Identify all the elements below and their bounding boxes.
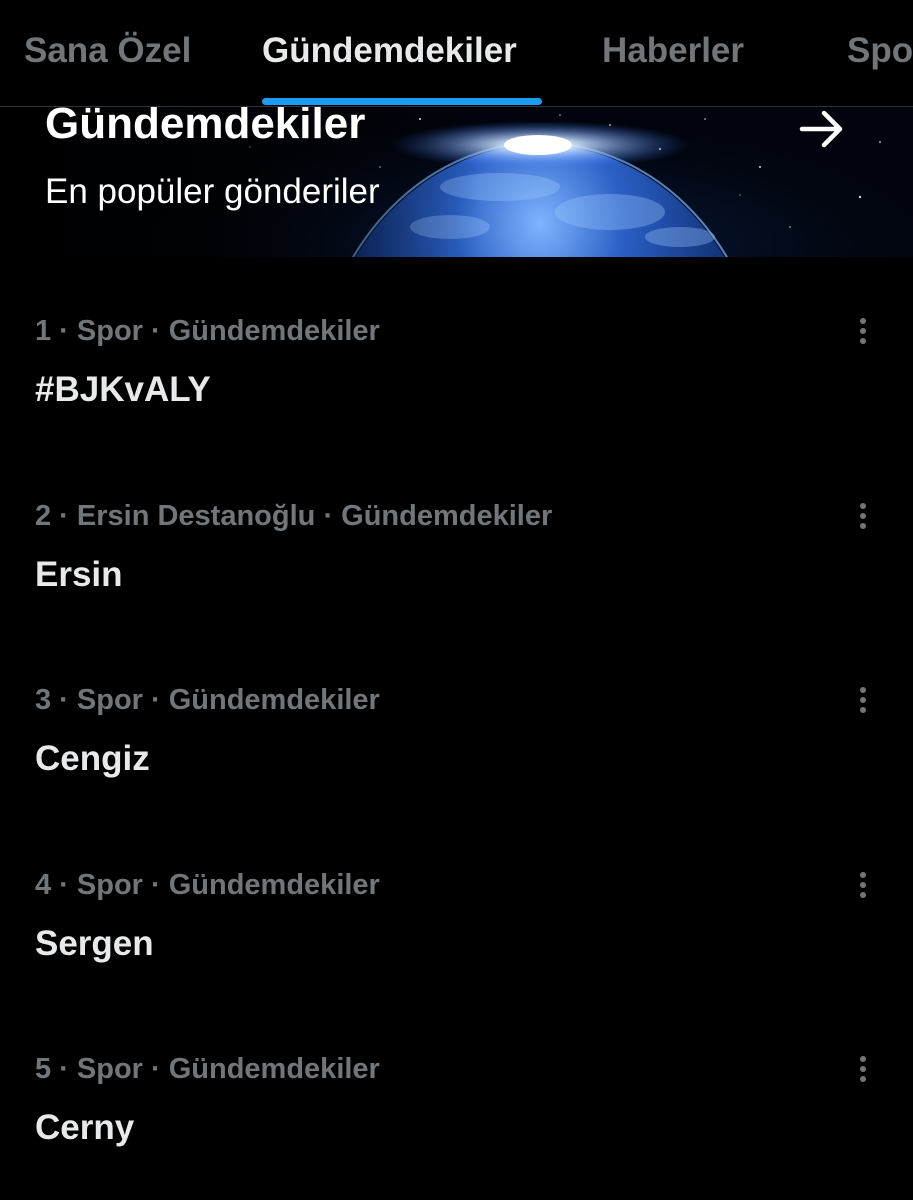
more-vertical-icon[interactable] <box>848 682 878 718</box>
active-tab-indicator <box>262 98 542 105</box>
tab-label: Gündemdekiler <box>262 31 517 70</box>
more-vertical-icon[interactable] <box>848 498 878 534</box>
trend-name: Cengiz <box>35 739 150 778</box>
more-vertical-icon[interactable] <box>848 1051 878 1087</box>
more-vertical-icon[interactable] <box>848 867 878 903</box>
arrow-right-icon[interactable] <box>798 109 846 149</box>
trend-name: Sergen <box>35 923 154 963</box>
tab-label: Spor <box>847 31 913 70</box>
trending-banner[interactable]: Gündemdekiler En popüler gönderiler <box>0 107 913 257</box>
trend-context: 5 · Spor · Gündemdekiler <box>35 1053 380 1085</box>
tab-label: Sana Özel <box>24 31 192 70</box>
tab-haberler[interactable]: Haberler <box>602 30 744 106</box>
tab-label: Haberler <box>602 31 745 70</box>
trend-context: 4 · Spor · Gündemdekiler <box>35 868 380 901</box>
banner-subtitle: En popüler gönderiler <box>45 172 380 211</box>
trend-item[interactable]: 4 · Spor · Gündemdekiler Sergen <box>0 811 913 996</box>
trend-name: Cerny <box>35 1108 135 1147</box>
tab-sana-ozel[interactable]: Sana Özel <box>24 30 191 106</box>
tab-gundemdekiler[interactable]: Gündemdekiler <box>262 30 542 106</box>
trend-list: 1 · Spor · Gündemdekiler #BJKvALY 2 · Er… <box>0 257 913 1180</box>
trend-context: 3 · Spor · Gündemdekiler <box>35 684 380 716</box>
trend-context: 1 · Spor · Gündemdekiler <box>35 315 380 347</box>
trend-item[interactable]: 3 · Spor · Gündemdekiler Cengiz <box>0 626 913 811</box>
trend-name: #BJKvALY <box>35 370 211 409</box>
trend-item[interactable]: 2 · Ersin Destanoğlu · Gündemdekiler Ers… <box>0 442 913 627</box>
trend-name: Ersin <box>35 554 123 594</box>
tab-spor[interactable]: Spor <box>847 30 913 106</box>
trend-item[interactable]: 5 · Spor · Gündemdekiler Cerny <box>0 995 913 1180</box>
more-vertical-icon[interactable] <box>848 313 878 349</box>
trend-item[interactable]: 1 · Spor · Gündemdekiler #BJKvALY <box>0 257 913 442</box>
explore-tab-bar: Sana Özel Gündemdekiler Haberler Spor <box>0 0 913 107</box>
banner-title: Gündemdekiler <box>45 107 366 148</box>
trend-context: 2 · Ersin Destanoğlu · Gündemdekiler <box>35 499 553 532</box>
